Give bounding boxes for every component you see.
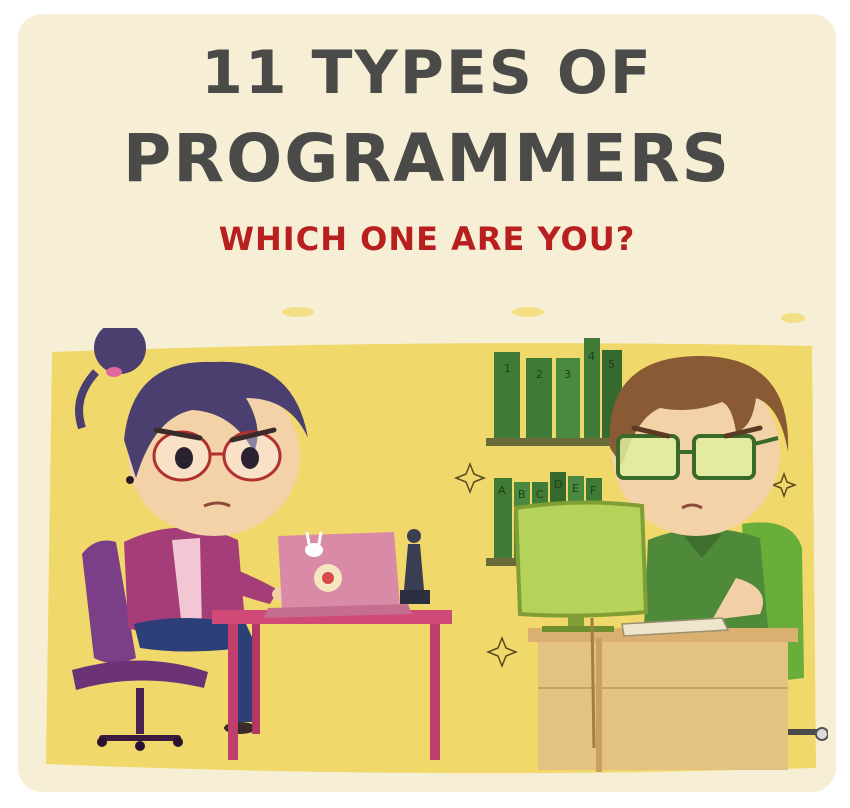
book-label-5: 5 <box>608 358 615 371</box>
flower-sticker-icon <box>314 564 342 592</box>
book-label-b: B <box>518 488 526 501</box>
office-illustration: 1 2 3 4 5 A B C D E F <box>46 328 828 774</box>
book-label-e: E <box>572 482 579 495</box>
title-line-2: PROGRAMMERS <box>122 120 732 197</box>
book-label-c: C <box>536 488 544 501</box>
book-label-4: 4 <box>588 350 595 363</box>
title-line-1: 11 TYPES OF <box>201 38 653 108</box>
book-label-3: 3 <box>564 368 571 381</box>
right-glasses <box>616 434 779 480</box>
wooden-desk <box>528 628 798 772</box>
book-label-d: D <box>554 478 562 491</box>
book-label-a: A <box>498 484 506 497</box>
decorative-dashes <box>282 307 805 323</box>
comic-panel: 11 TYPES OF PROGRAMMERS WHICH ONE ARE YO… <box>18 14 836 792</box>
laptop <box>264 531 412 618</box>
subtitle: WHICH ONE ARE YOU? <box>218 220 636 258</box>
book-label-2: 2 <box>536 368 543 381</box>
book-label-f: F <box>590 484 596 497</box>
book-label-1: 1 <box>504 362 511 375</box>
